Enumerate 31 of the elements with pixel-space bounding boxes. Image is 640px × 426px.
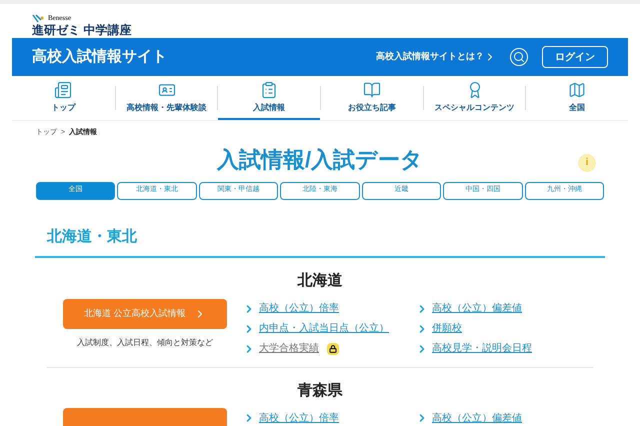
section-heading: 北海道・東北 [47,226,138,246]
nav-tab[interactable]: 高校情報・先輩体験談 [116,76,218,120]
link[interactable]: 高校（公立）偏差値 [432,410,522,426]
prefecture-name: 北海道 [296,271,344,291]
search-icon[interactable] [510,48,528,66]
prefecture-description: 入試制度、入試日程、傾向と対策など [77,336,213,348]
nav-tab[interactable]: スペシャルコンテンツ [424,76,526,120]
link[interactable]: 高校見学・説明会日程 [432,341,532,356]
book-icon [362,80,381,98]
lock-icon [327,342,339,354]
login-button[interactable]: ログイン [542,46,608,68]
clipboard-icon [260,80,278,98]
product-name: 進研ゼミ 中学講座 [32,23,132,38]
link[interactable]: 高校（公立）倍率 [259,410,339,426]
link[interactable]: 大学合格実績 [259,341,319,356]
site-title: 高校入試情報サイト [32,46,167,67]
nav-tab[interactable]: お役立ち記事 [321,76,423,120]
map-icon [568,80,586,98]
nav-tab[interactable]: 入試情報 [218,76,320,120]
link[interactable]: 併願校 [432,321,462,336]
newspaper-icon [54,80,72,98]
nav-tab[interactable]: 全国 [526,76,628,120]
link[interactable]: 高校（公立）偏差値 [432,301,522,316]
link[interactable]: 内申点・入試当日点（公立） [259,321,389,336]
about-link[interactable]: 高校入試情報サイトとは？ [376,50,496,64]
link[interactable]: 高校（公立）倍率 [259,301,339,316]
nav-tab[interactable]: トップ [12,76,115,120]
page-title: 入試情報/入試データ [216,146,424,174]
prefecture-name: 青森県 [296,380,344,400]
logo-icon [32,14,44,23]
prefecture-info-button[interactable]: 北海道 公立高校入試情報 [63,298,227,328]
